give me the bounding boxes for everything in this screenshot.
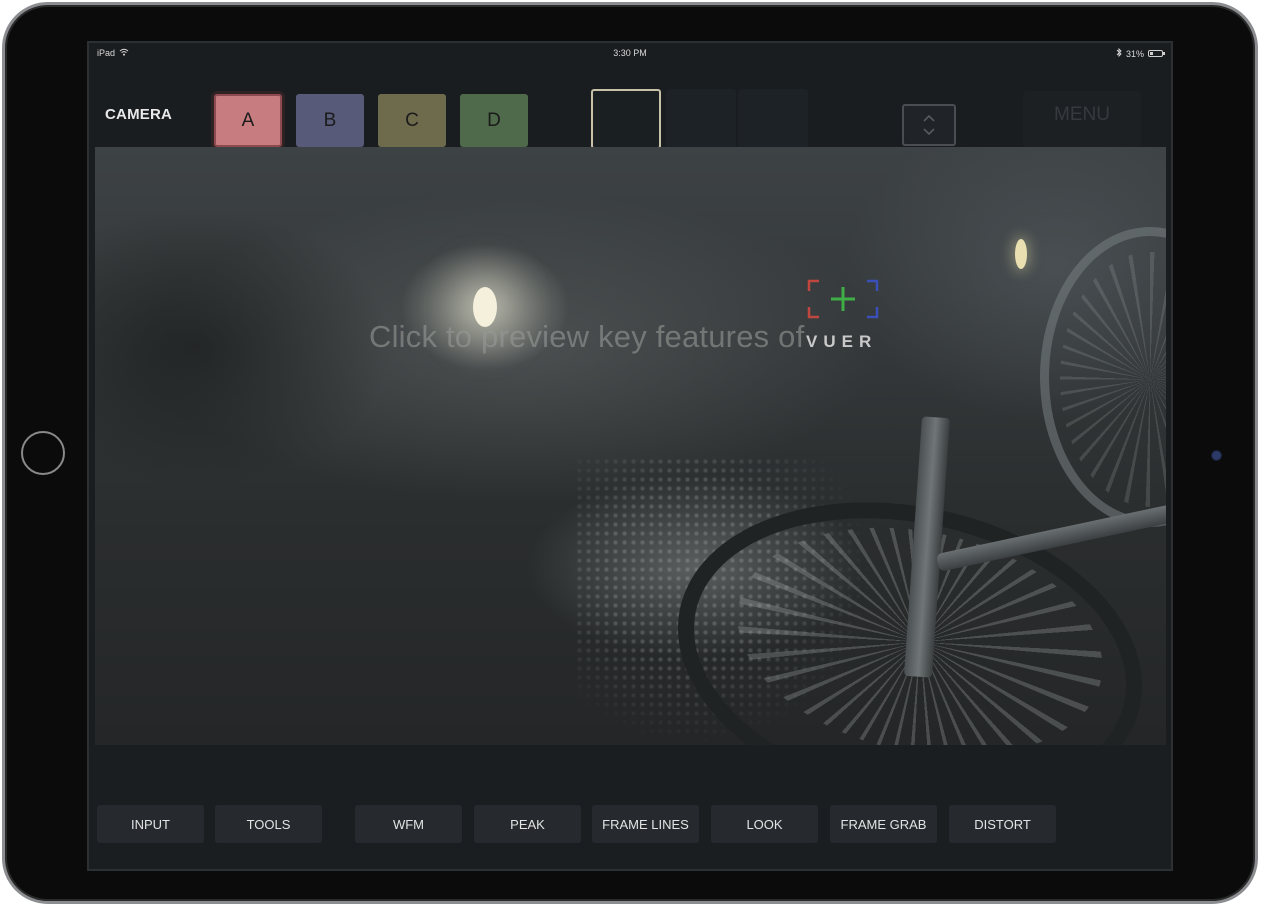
layout-slot-2[interactable] [666,89,736,149]
video-viewer[interactable]: Click to preview key features of VUER [95,147,1166,745]
home-button[interactable] [21,431,65,475]
light-flare [1015,239,1027,269]
peak-button[interactable]: PEAK [474,805,581,843]
battery-icon [1148,50,1165,57]
battery-fill [1150,52,1153,55]
layout-slot-1[interactable] [591,89,661,149]
status-bar: iPad 3:30 PM 31% [89,43,1171,63]
vuer-wordmark: VUER [806,332,878,351]
tools-button[interactable]: TOOLS [215,805,322,843]
camera-a-button[interactable]: A [214,94,282,147]
layout-slot-3[interactable] [738,89,808,149]
fullscreen-toggle-button[interactable] [902,104,956,146]
frame-lines-button[interactable]: FRAME LINES [592,805,699,843]
top-bar: CAMERA A B C D MENU [89,63,1171,149]
distort-button[interactable]: DISTORT [949,805,1056,843]
input-button[interactable]: INPUT [97,805,204,843]
expand-arrows-icon [923,114,935,136]
clock: 3:30 PM [613,48,647,58]
camera-b-button[interactable]: B [296,94,364,147]
frame-grab-button[interactable]: FRAME GRAB [830,805,937,843]
camera-c-button[interactable]: C [378,94,446,147]
wfm-button[interactable]: WFM [355,805,462,843]
menu-button[interactable]: MENU [1023,91,1141,147]
bluetooth-icon [1116,47,1122,59]
battery-percent: 31% [1125,48,1144,59]
app-screen: iPad 3:30 PM 31% CAMERA A B C D MENU Cli… [87,41,1173,871]
bottom-toolbar: INPUT TOOLS WFM PEAK FRAME LINES LOOK FR… [89,745,1171,869]
look-button[interactable]: LOOK [711,805,818,843]
front-camera [1212,451,1221,460]
preview-prompt[interactable]: Click to preview key features of [369,319,804,355]
camera-d-button[interactable]: D [460,94,528,147]
vuer-logo-icon [807,279,879,319]
camera-label: CAMERA [105,106,173,123]
